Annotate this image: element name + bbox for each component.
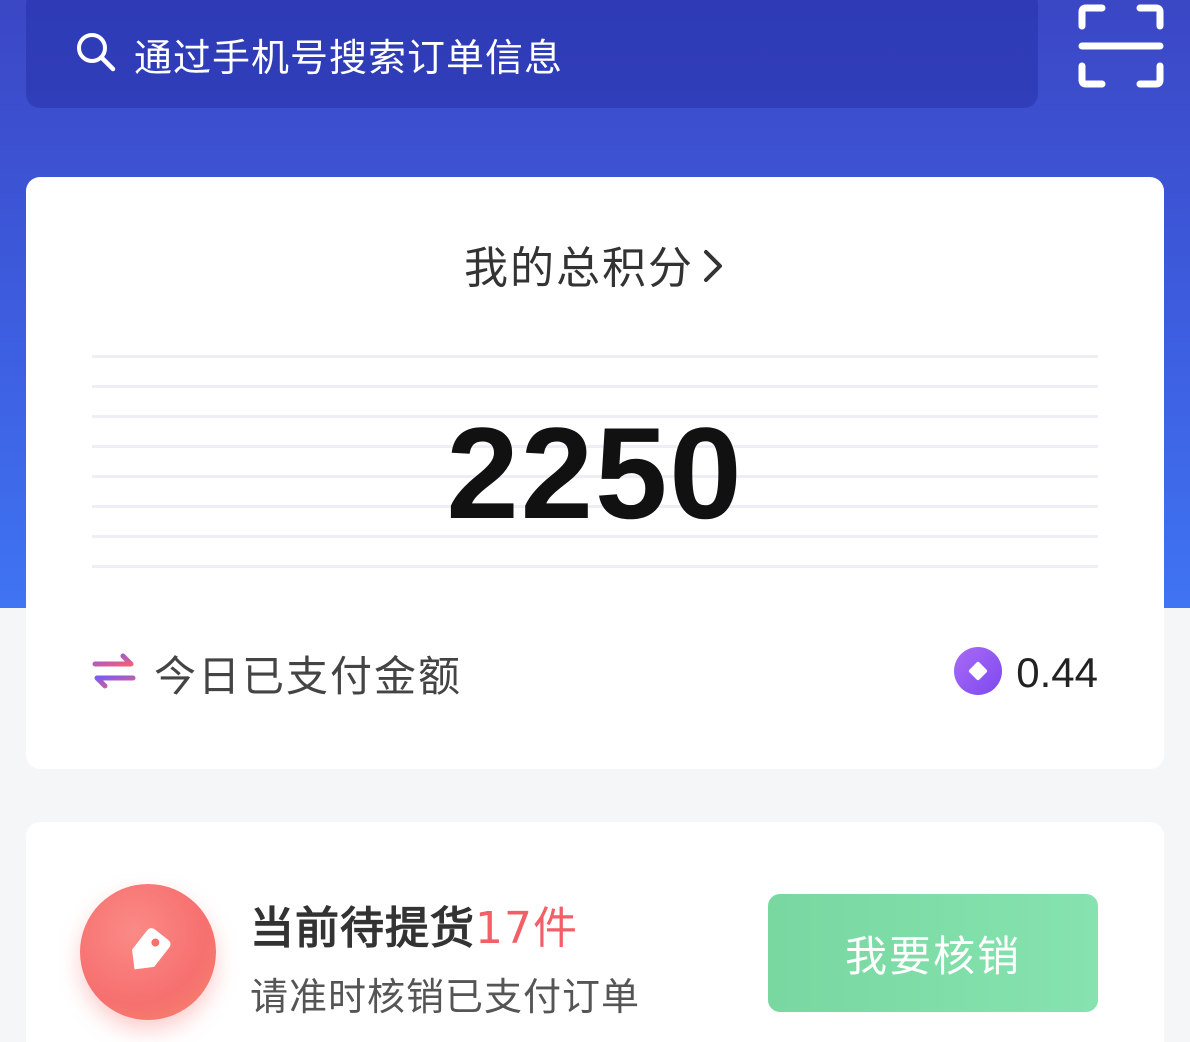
paid-today-value: 0.44	[1016, 649, 1098, 696]
pickup-title-text: 当前待提货	[250, 903, 475, 954]
search-icon	[74, 20, 134, 78]
pickup-subtitle: 请准时核销已支付订单	[250, 975, 641, 1019]
chevron-right-icon	[702, 246, 726, 297]
points-title: 我的总积分	[464, 243, 694, 294]
tag-icon	[132, 927, 171, 970]
pickup-title: 当前待提货17件	[250, 892, 578, 956]
pickup-badge	[80, 884, 216, 1020]
pickup-count: 17件	[475, 903, 578, 954]
search-placeholder: 通过手机号搜索订单信息	[134, 35, 564, 80]
scan-icon	[1078, 4, 1164, 88]
points-title-link[interactable]: 我的总积分	[0, 232, 1190, 297]
exchange-icon	[92, 653, 136, 693]
coin-icon	[954, 647, 1003, 699]
paid-today-label: 今日已支付金额	[154, 651, 463, 701]
page: 通过手机号搜索订单信息 我的总积分 2250 今日已支付金额 0.44 当前待提…	[0, 0, 1190, 1042]
points-value: 2250	[446, 400, 744, 546]
scan-button[interactable]	[1078, 4, 1164, 88]
search-bar[interactable]: 通过手机号搜索订单信息	[26, 0, 1038, 108]
paid-today-row: 今日已支付金额 0.44	[92, 640, 1098, 706]
verify-button[interactable]: 我要核销	[768, 894, 1098, 1012]
